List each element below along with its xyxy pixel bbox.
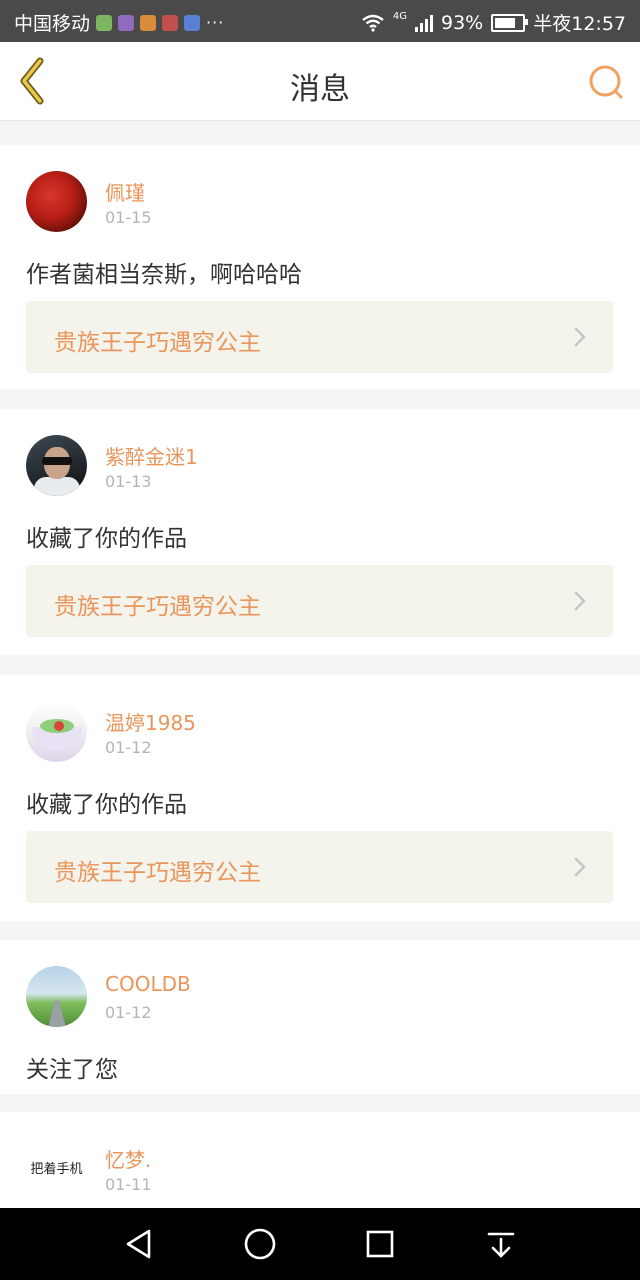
avatar[interactable] [26, 701, 87, 762]
avatar[interactable] [26, 966, 87, 1027]
clock: 半夜12:57 [533, 13, 626, 35]
search-button[interactable] [586, 62, 626, 102]
nav-notification-button[interactable] [483, 1226, 519, 1262]
work-title: 贵族王子巧遇穷公主 [54, 594, 261, 620]
username[interactable]: 忆梦. [105, 1144, 151, 1173]
username[interactable]: COOLDB [105, 972, 191, 996]
search-icon [589, 65, 623, 99]
message-date: 01-11 [105, 1175, 152, 1194]
carrier-label: 中国移动 [14, 13, 91, 35]
nav-home-button[interactable] [242, 1226, 278, 1262]
app-header: 消息 [0, 42, 640, 121]
network-type: 4G [392, 11, 407, 22]
avatar-text: 把着手机 [30, 1162, 83, 1177]
message-card: 紫醉金迷1 01-13 收藏了你的作品 贵族王子巧遇穷公主 [0, 409, 640, 655]
chevron-right-icon [574, 327, 586, 347]
work-title: 贵族王子巧遇穷公主 [54, 330, 261, 356]
avatar[interactable]: 把着手机 [26, 1138, 87, 1199]
message-card: COOLDB 01-12 关注了您 [0, 940, 640, 1094]
nav-back-button[interactable] [121, 1226, 157, 1262]
more-notifications-icon: ··· [206, 13, 225, 32]
message-text: 作者菌相当奈斯，啊哈哈哈 [26, 262, 302, 288]
chevron-right-icon [574, 857, 586, 877]
triangle-back-icon [126, 1229, 151, 1259]
message-text: 收藏了你的作品 [26, 526, 187, 552]
message-text: 收藏了你的作品 [26, 792, 187, 818]
message-list: 佩瑾 01-15 作者菌相当奈斯，啊哈哈哈 贵族王子巧遇穷公主 紫醉金迷1 01… [0, 145, 640, 1232]
work-title: 贵族王子巧遇穷公主 [54, 860, 261, 886]
chevron-right-icon [574, 591, 586, 611]
circle-home-icon [244, 1228, 276, 1260]
music-app-icon [184, 14, 201, 31]
username[interactable]: 紫醉金迷1 [105, 441, 198, 470]
work-link[interactable]: 贵族王子巧遇穷公主 [26, 565, 613, 637]
avatar[interactable] [26, 171, 87, 232]
message-date: 01-12 [105, 1003, 152, 1022]
nav-recents-button[interactable] [362, 1226, 398, 1262]
work-link[interactable]: 贵族王子巧遇穷公主 [26, 831, 613, 903]
username[interactable]: 温婷1985 [105, 707, 196, 736]
app-notification-icon [96, 14, 113, 31]
username[interactable]: 佩瑾 [105, 177, 145, 206]
battery-percent: 93% [441, 11, 484, 34]
message-date: 01-12 [105, 738, 152, 757]
page-title: 消息 [290, 72, 350, 107]
system-nav-bar [0, 1208, 640, 1280]
wifi-icon [362, 14, 384, 32]
message-card: 温婷1985 01-12 收藏了你的作品 贵族王子巧遇穷公主 [0, 675, 640, 921]
square-recents-icon [366, 1230, 394, 1258]
battery-icon [491, 13, 529, 32]
avatar[interactable] [26, 435, 87, 496]
pull-down-icon [487, 1232, 515, 1258]
message-card: 佩瑾 01-15 作者菌相当奈斯，啊哈哈哈 贵族王子巧遇穷公主 [0, 145, 640, 389]
signal-icon [415, 14, 433, 32]
message-date: 01-15 [105, 208, 152, 227]
app-notification-icon [140, 14, 157, 31]
message-text: 关注了您 [26, 1057, 118, 1083]
app-notification-icon [162, 14, 179, 31]
app-notification-icon [118, 14, 135, 31]
status-bar: 中国移动 ··· 4G 93% 半夜12:57 [0, 0, 640, 42]
work-link[interactable]: 贵族王子巧遇穷公主 [26, 301, 613, 373]
message-date: 01-13 [105, 472, 152, 491]
